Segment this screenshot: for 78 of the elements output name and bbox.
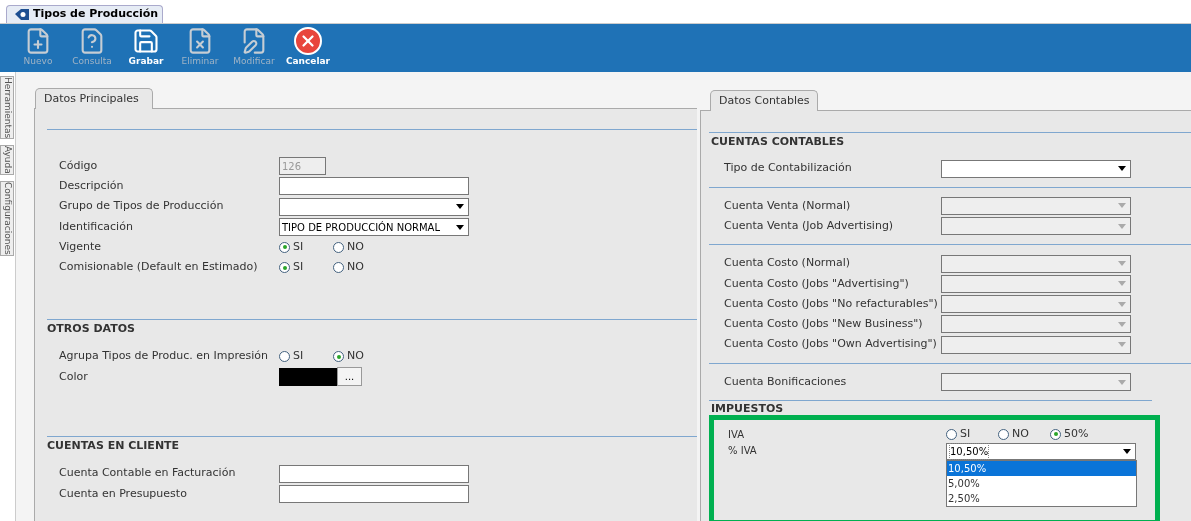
caret-icon [1118,379,1126,385]
radio-label: NO [347,239,364,256]
field-label: Cuenta Costo (Jobs "No refacturables") [724,295,939,312]
field-label: Vigente [59,239,103,256]
field-label: Comisionable (Default en Estimado) [59,259,259,276]
text-field[interactable] [279,464,469,483]
text-field[interactable] [279,484,469,503]
field-label: Cuenta Venta (Normal) [724,197,852,214]
radio-button[interactable] [333,351,344,363]
section-title: CUENTAS EN CLIENTE [47,438,181,454]
field-label: Grupo de Tipos de Producción [59,198,225,215]
caret-icon [1123,449,1131,455]
dropdown-value: TIPO DE PRODUCCIÓN NORMAL [282,220,440,235]
radio-label: NO [347,348,364,365]
dropdown-field[interactable]: 10,50% [946,443,1136,461]
caret-icon [1118,301,1126,307]
field-label: Cuenta Bonificaciones [724,373,848,390]
radio-button[interactable] [279,351,290,363]
color-picker-button[interactable]: ... [337,367,362,387]
field-label: Cuenta Contable en Facturación [59,465,237,482]
caret-icon [1118,166,1126,172]
radio-button[interactable] [946,428,957,440]
side-tab[interactable]: Ayuda [0,145,14,176]
field-label: Código [59,157,99,174]
caret-icon [1118,203,1126,209]
radio-button[interactable] [279,262,290,274]
field-label: % IVA [728,444,758,459]
caret-icon [1118,281,1126,287]
radio-label: SI [293,239,304,256]
field-label: Cuenta Venta (Job Advertising) [724,218,895,234]
radio-label: SI [293,259,304,276]
panel-tab[interactable]: Datos Contables [710,90,818,111]
field-label: IVA [728,427,745,442]
toolbar-button[interactable]: Cancelar [284,27,332,69]
radio-label: 50% [1064,425,1089,442]
dropdown-field[interactable] [941,159,1131,178]
radio-label: SI [293,348,304,365]
caret-icon [1118,261,1126,267]
dropdown-field[interactable] [279,197,469,216]
radio-button[interactable] [279,241,290,253]
field-label: Cuenta Costo (Normal) [724,255,851,272]
radio-label: NO [347,259,364,276]
caret-icon [1118,342,1126,348]
text-field[interactable] [279,177,469,196]
radio-button[interactable] [998,428,1009,440]
radio-button[interactable] [333,262,344,274]
dropdown-option[interactable]: 2,50% [947,491,1136,507]
field-label: Agrupa Tipos de Produc. en Impresión [59,348,269,365]
dropdown-field[interactable]: TIPO DE PRODUCCIÓN NORMAL [279,218,469,237]
toolbar-button[interactable]: Grabar [122,27,170,69]
section-title: CUENTAS CONTABLES [710,134,846,150]
radio-button[interactable] [1050,428,1061,440]
panel-tab[interactable]: Datos Principales [35,88,153,109]
radio-label: SI [960,425,971,442]
dropdown-option[interactable]: 5,00% [947,476,1136,492]
section-title: IMPUESTOS [710,401,785,416]
field-label: Cuenta Costo (Jobs "New Business") [724,316,924,333]
caret-icon [1118,223,1126,229]
cancel-icon [294,27,322,56]
caret-icon [456,204,464,210]
radio-button[interactable] [333,241,344,253]
field-label: Identificación [59,218,134,235]
color-swatch[interactable] [279,367,337,386]
field-label: Cuenta Costo (Jobs "Advertising") [724,275,910,292]
caret-icon [1118,321,1126,327]
radio-label: NO [1012,425,1029,442]
field-label: Descripción [59,178,125,195]
field-label: Color [59,368,89,385]
section-title: OTROS DATOS [47,321,136,337]
field-label: Tipo de Contabilización [724,160,853,177]
window-tab[interactable]: Tipos de Producción [6,5,164,23]
dropdown-option[interactable]: 10,50% [947,461,1136,477]
field-label: Cuenta Costo (Jobs "Own Advertising") [724,336,938,353]
side-tab[interactable]: Herramientas [0,76,14,140]
side-tab[interactable]: Configuraciones [0,181,14,256]
field-label: Cuenta en Presupuesto [59,485,188,502]
app-logo-icon [15,9,29,20]
caret-icon [456,224,464,230]
